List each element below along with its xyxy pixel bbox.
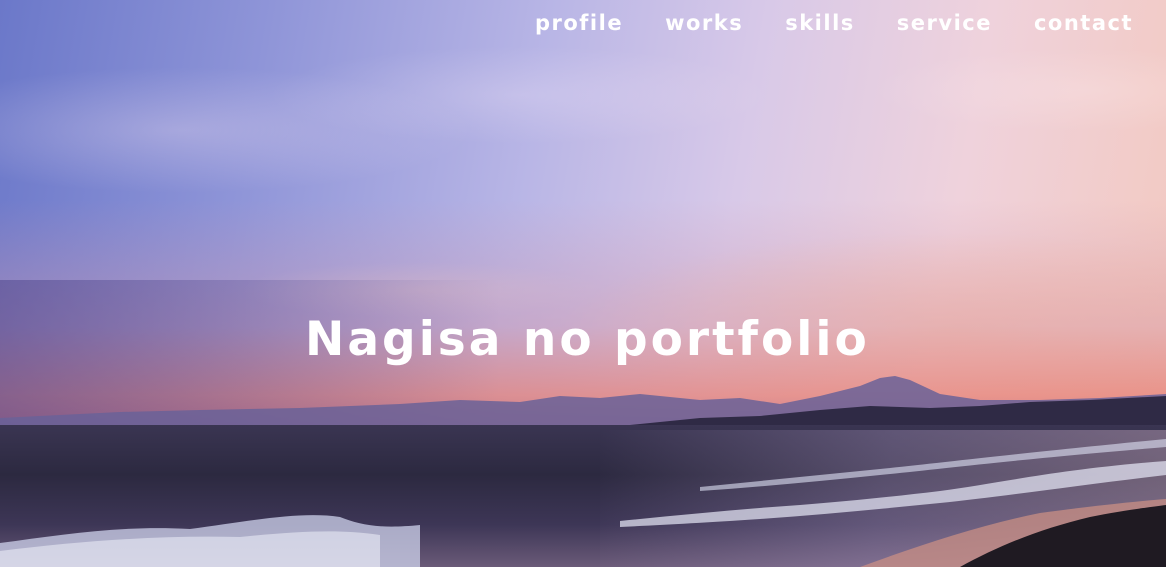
main-nav: profile works skills service contact [535, 9, 1133, 37]
nav-link-profile[interactable]: profile [535, 9, 623, 37]
nav-link-service[interactable]: service [897, 9, 992, 37]
hero-background-image [0, 0, 1166, 567]
nav-link-contact[interactable]: contact [1034, 9, 1133, 37]
nav-link-works[interactable]: works [665, 9, 743, 37]
hero-title: Nagisa no portfolio [305, 312, 870, 367]
nav-link-skills[interactable]: skills [785, 9, 855, 37]
waves-and-shore [0, 439, 1166, 567]
